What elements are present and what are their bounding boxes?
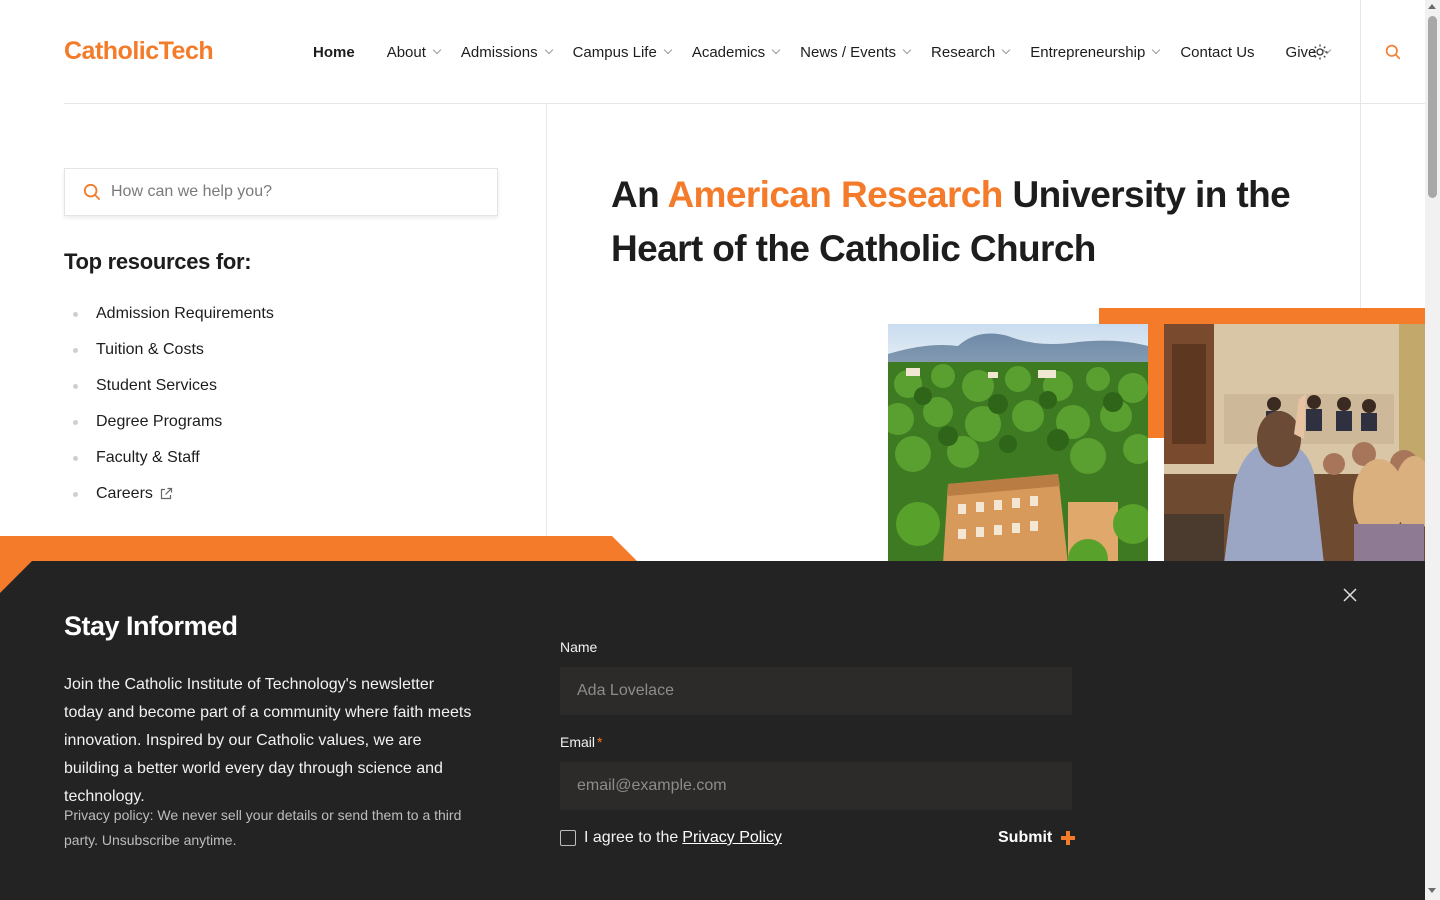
privacy-policy-link[interactable]: Privacy Policy bbox=[682, 829, 782, 847]
nav-item-contact-us[interactable]: Contact Us bbox=[1180, 44, 1254, 61]
scroll-up-arrow[interactable] bbox=[1428, 4, 1436, 9]
search-input[interactable] bbox=[111, 183, 471, 201]
close-icon[interactable] bbox=[1342, 587, 1358, 603]
submit-button[interactable]: Submit bbox=[998, 829, 1076, 847]
nav-item-news-events[interactable]: News / Events bbox=[800, 43, 912, 61]
site-header: CatholicTech Home About Admissions Campu… bbox=[0, 0, 1425, 104]
sun-icon[interactable] bbox=[1312, 44, 1328, 60]
resource-link[interactable]: Student Services bbox=[64, 368, 274, 404]
resource-link[interactable]: Tuition & Costs bbox=[64, 332, 274, 368]
nav-item-about[interactable]: About bbox=[386, 43, 442, 61]
nav-label: Research bbox=[931, 43, 996, 61]
decorative-orange-bar bbox=[1148, 308, 1164, 438]
resource-label: Degree Programs bbox=[96, 413, 223, 430]
chevron-down-icon bbox=[432, 45, 442, 55]
newsletter-description: Join the Catholic Institute of Technolog… bbox=[64, 676, 472, 805]
chevron-down-icon bbox=[902, 45, 912, 55]
resource-link-careers[interactable]: Careers bbox=[64, 476, 274, 512]
decorative-corner bbox=[0, 561, 32, 593]
resource-link[interactable]: Faculty & Staff bbox=[64, 440, 274, 476]
newsletter-privacy-note: Privacy policy: We never sell your detai… bbox=[64, 807, 462, 848]
nav-label: About bbox=[386, 43, 426, 61]
hero-title: An American Research University in the H… bbox=[611, 168, 1311, 276]
resource-label: Student Services bbox=[96, 377, 217, 394]
required-mark: * bbox=[597, 734, 603, 750]
external-link-icon bbox=[160, 487, 173, 500]
email-label-text: Email bbox=[560, 734, 596, 750]
submit-label: Submit bbox=[998, 829, 1053, 846]
email-field[interactable] bbox=[560, 762, 1072, 810]
chevron-down-icon bbox=[771, 45, 781, 55]
resource-label: Careers bbox=[96, 485, 153, 502]
chevron-down-icon bbox=[1002, 45, 1011, 55]
chevron-down-icon bbox=[663, 45, 673, 55]
hero-title-prefix: An bbox=[611, 174, 668, 215]
nav-label: Campus Life bbox=[572, 43, 657, 61]
newsletter-panel: Stay Informed Join the Catholic Institut… bbox=[0, 561, 1425, 900]
scroll-down-arrow[interactable] bbox=[1428, 888, 1436, 893]
resource-label: Faculty & Staff bbox=[96, 449, 200, 466]
resource-label: Tuition & Costs bbox=[96, 341, 204, 358]
scroll-thumb[interactable] bbox=[1428, 16, 1437, 198]
resource-link[interactable]: Degree Programs bbox=[64, 404, 274, 440]
name-label: Name bbox=[560, 639, 597, 655]
name-field[interactable] bbox=[560, 667, 1072, 715]
search-icon bbox=[83, 183, 101, 201]
nav-item-academics[interactable]: Academics bbox=[691, 43, 781, 61]
agree-row: I agree to the Privacy Policy bbox=[560, 829, 782, 847]
site-logo[interactable]: CatholicTech bbox=[64, 37, 214, 66]
nav-item-entrepreneurship[interactable]: Entrepreneurship bbox=[1030, 43, 1161, 61]
lecture-audience-photo bbox=[1164, 324, 1425, 564]
resource-label: Admission Requirements bbox=[96, 305, 274, 322]
nav-item-campus-life[interactable]: Campus Life bbox=[572, 43, 673, 61]
nav-item-research[interactable]: Research bbox=[931, 43, 1011, 61]
content-divider bbox=[1360, 104, 1361, 314]
agree-checkbox[interactable] bbox=[560, 830, 576, 846]
nav-label: Admissions bbox=[460, 43, 538, 61]
resources-list: Admission Requirements Tuition & Costs S… bbox=[64, 296, 274, 512]
nav-label: Home bbox=[313, 43, 355, 61]
plus-icon bbox=[1061, 831, 1076, 845]
agree-text: I agree to the bbox=[584, 829, 679, 846]
nav-label: Academics bbox=[691, 43, 766, 61]
page-scrollbar[interactable] bbox=[1425, 0, 1440, 900]
campus-aerial-photo bbox=[888, 324, 1148, 564]
resources-title: Top resources for: bbox=[64, 249, 252, 274]
resource-link[interactable]: Admission Requirements bbox=[64, 296, 274, 332]
nav-item-home[interactable]: Home bbox=[313, 44, 355, 61]
email-label: Email * bbox=[560, 734, 602, 750]
chevron-down-icon bbox=[1152, 45, 1161, 55]
site-search[interactable] bbox=[64, 168, 498, 216]
nav-label: Entrepreneurship bbox=[1030, 43, 1146, 61]
header-divider bbox=[1360, 0, 1361, 104]
chevron-down-icon bbox=[544, 45, 553, 55]
nav-label: Contact Us bbox=[1180, 43, 1255, 61]
name-label-text: Name bbox=[560, 639, 598, 655]
nav-label: News / Events bbox=[800, 43, 897, 61]
search-icon[interactable] bbox=[1385, 44, 1401, 60]
main-nav: Home About Admissions Campus Life Academ… bbox=[313, 0, 1332, 104]
sidebar: Top resources for: Admission Requirement… bbox=[0, 104, 547, 564]
nav-item-admissions[interactable]: Admissions bbox=[460, 43, 553, 61]
hero-title-accent: American Research bbox=[667, 174, 1003, 215]
newsletter-title: Stay Informed bbox=[64, 611, 238, 641]
